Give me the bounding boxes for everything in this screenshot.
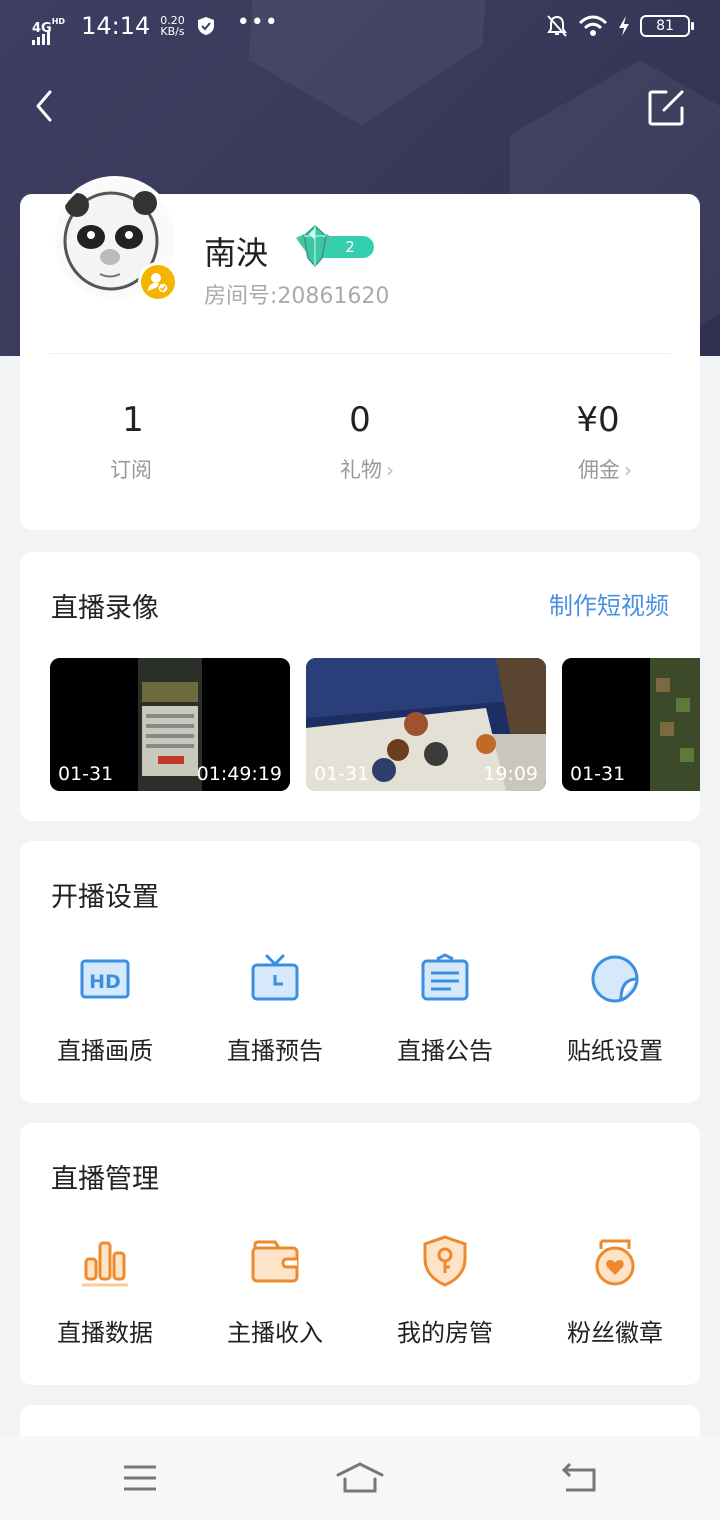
recording-duration: 01:49:19 [196,763,282,785]
signal-icon [32,30,50,45]
back-nav-button[interactable] [550,1456,610,1500]
wifi-icon [578,15,608,36]
level-number: 2 [345,238,355,256]
stat-value: ¥0 [576,400,620,440]
setting-label: 直播画质 [57,1037,153,1065]
shield-key-icon [423,1235,467,1287]
section-title: 开播设置 [51,882,159,913]
stat-commission[interactable]: ¥0 佣金 › [518,400,678,484]
recording-thumbnail[interactable]: 01-31 19:09 [306,658,546,791]
avatar[interactable] [52,176,178,302]
heart-badge-icon [595,1239,635,1286]
recording-thumbnail[interactable]: 01-31 [562,658,700,791]
battery-icon: 81 [640,15,694,37]
setting-label: 直播公告 [397,1037,493,1065]
mgmt-anchor-income[interactable]: 主播收入 [190,1233,360,1348]
network-hd: HD [51,16,66,26]
speed-unit: KB/s [160,25,185,38]
setting-label: 直播预告 [227,1037,323,1065]
recordings-card: 直播录像 制作短视频 01-31 01:49:19 01-31 19:09 01… [20,552,700,821]
shield-icon [197,17,214,35]
stat-value: 0 [349,400,371,440]
setting-live-preview[interactable]: 直播预告 [190,951,360,1066]
mgmt-label: 我的房管 [397,1319,493,1347]
divider [50,353,670,354]
recording-thumbnail[interactable]: 01-31 01:49:19 [50,658,290,791]
menu-button[interactable] [110,1456,170,1500]
setting-announcement[interactable]: 直播公告 [360,951,530,1066]
chevron-right-icon: › [624,458,632,482]
mgmt-room-admins[interactable]: 我的房管 [360,1233,530,1348]
network-indicator: 4GHD [32,16,66,45]
make-short-video-link[interactable]: 制作短视频 [549,586,669,621]
charging-icon [619,16,629,36]
wallet-icon [251,1240,299,1283]
mgmt-label: 直播数据 [57,1319,153,1347]
stat-label: 订阅 [110,458,152,482]
sticker-icon [591,955,639,1003]
section-title: 直播录像 [51,593,159,624]
more-notifications-icon: ••• [236,9,279,35]
stat-subscriptions[interactable]: 1 订阅 [53,400,213,484]
home-icon [336,1462,384,1493]
nickname: 南泱 [204,234,269,272]
stat-label: 佣金 [578,458,620,482]
section-title: 直播管理 [51,1164,159,1195]
setting-video-quality[interactable]: HD 直播画质 [20,951,190,1066]
chevron-right-icon: › [386,458,394,482]
broadcast-settings-card: 开播设置 HD 直播画质 直播预告 直播公告 贴纸设置 [20,841,700,1103]
back-button[interactable] [30,88,60,124]
stat-value: 1 [122,400,144,440]
diamond-gem-icon [296,224,334,268]
system-navigation-bar [0,1436,720,1520]
network-speed: 0.20 KB/s [160,15,185,37]
level-badge: 2 [292,224,374,268]
recording-duration: 19:09 [483,763,538,785]
stat-label: 礼物 [340,458,382,482]
mgmt-fan-badge[interactable]: 粉丝徽章 [530,1233,700,1348]
bar-chart-icon [82,1241,128,1287]
mgmt-label: 主播收入 [227,1319,323,1347]
edit-button[interactable] [646,88,686,128]
mgmt-live-data[interactable]: 直播数据 [20,1233,190,1348]
menu-icon [124,1465,156,1491]
home-button[interactable] [330,1456,390,1500]
mute-bell-icon [547,15,567,37]
status-bar: 4GHD 14:14 0.20 KB/s ••• 81 [0,0,720,56]
svg-text:HD: HD [89,971,121,993]
setting-label: 贴纸设置 [567,1037,663,1065]
stat-gifts[interactable]: 0 礼物 › [280,400,440,484]
recording-date: 01-31 [58,763,114,785]
setting-stickers[interactable]: 贴纸设置 [530,951,700,1066]
mgmt-label: 粉丝徽章 [567,1319,663,1347]
recording-list: 01-31 01:49:19 01-31 19:09 01-31 [50,658,700,791]
battery-level: 81 [656,18,674,34]
clock: 14:14 [81,12,151,40]
recording-date: 01-31 [570,763,626,785]
tv-clock-icon [251,954,299,1001]
broadcast-management-card: 直播管理 直播数据 主播收入 我的房管 粉丝徽章 [20,1123,700,1385]
notice-board-icon [421,953,469,1001]
hd-icon: HD [80,959,130,999]
return-icon [561,1462,596,1492]
room-id: 房间号:20861620 [204,284,390,309]
recording-date: 01-31 [314,763,370,785]
verified-anchor-icon [138,262,178,302]
